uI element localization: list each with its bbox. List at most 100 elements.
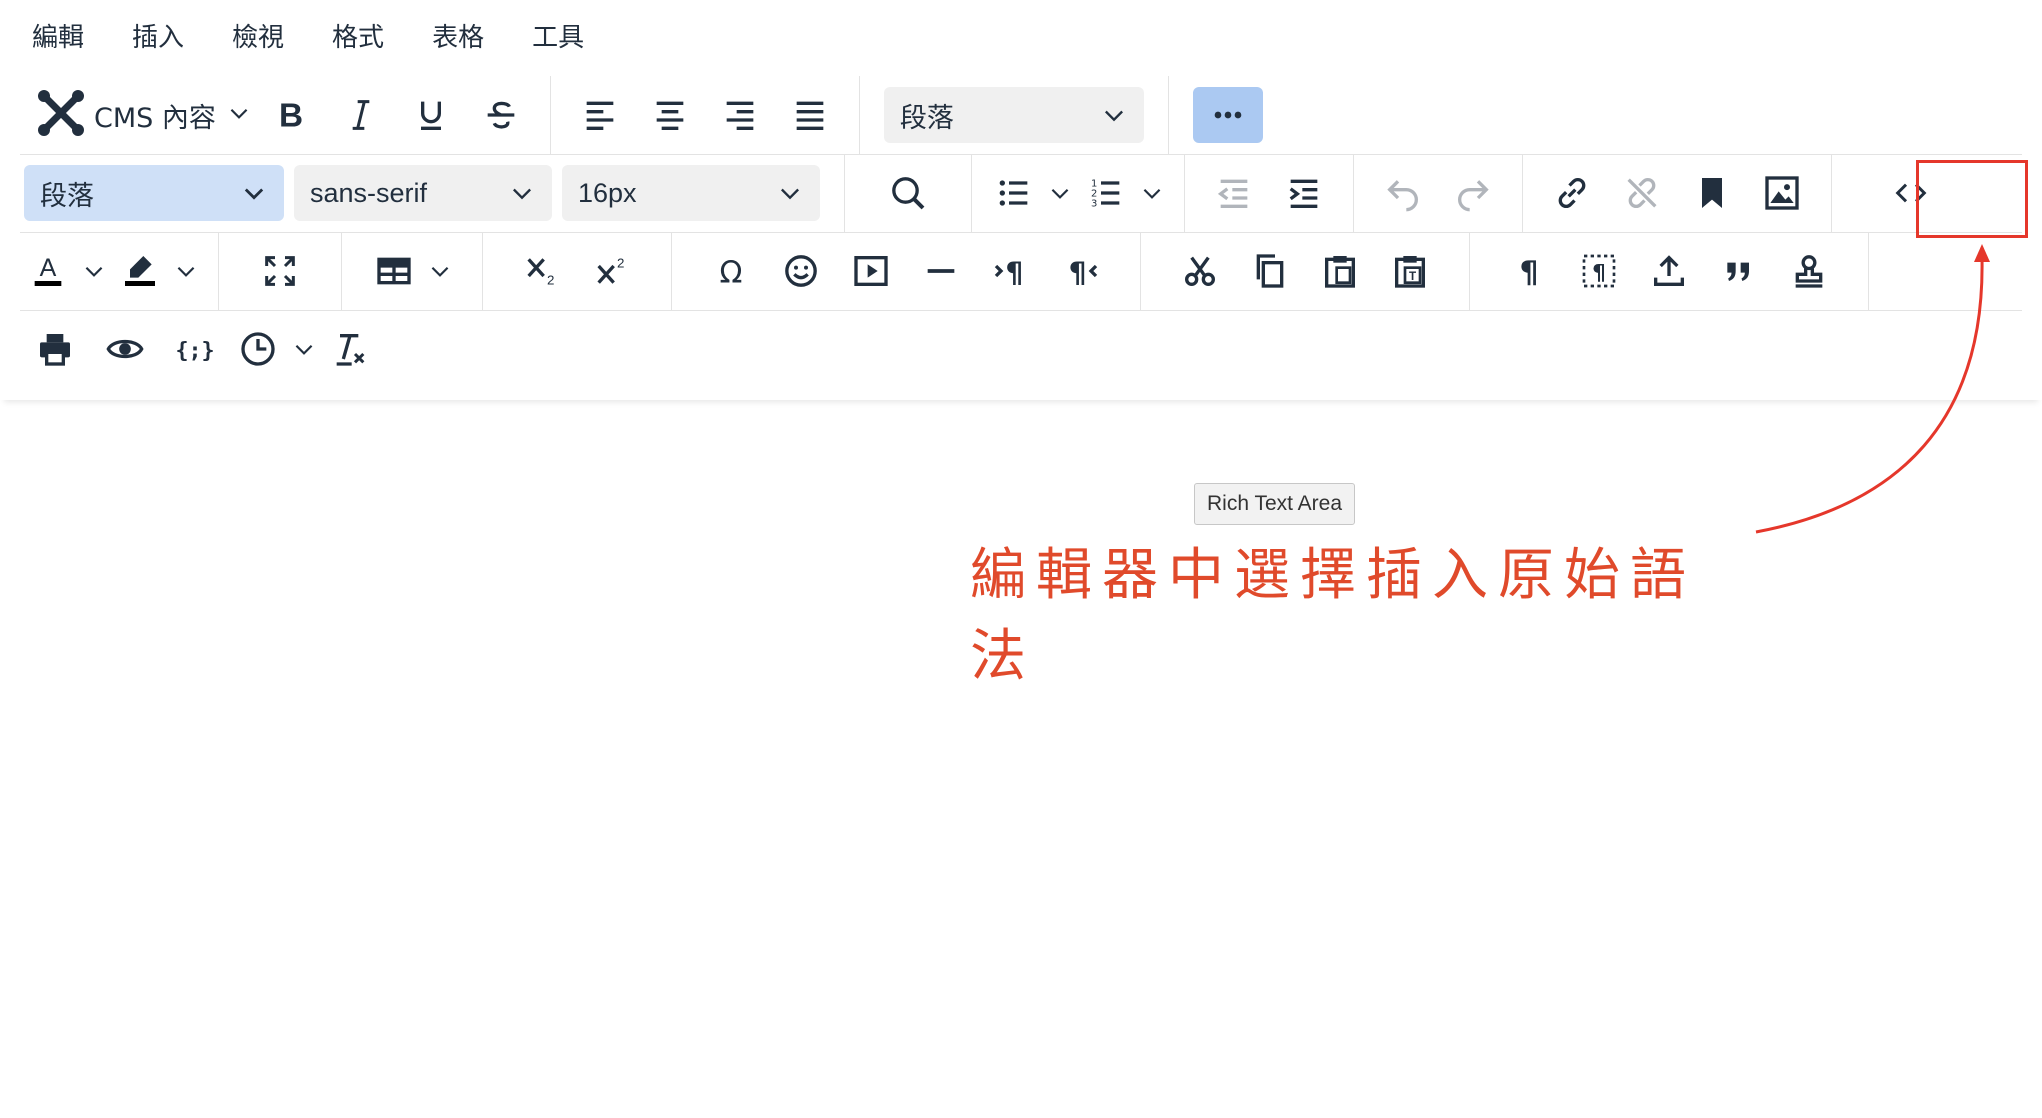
- media-button[interactable]: [836, 243, 906, 299]
- horizontal-rule-button[interactable]: [906, 243, 976, 299]
- underline-button[interactable]: [396, 87, 466, 143]
- more-button[interactable]: [1192, 87, 1263, 143]
- chevron-down-icon: [1104, 110, 1123, 122]
- align-right-button[interactable]: [705, 87, 775, 143]
- highlight-icon: [125, 256, 155, 286]
- font-size-select[interactable]: 16px: [562, 165, 820, 221]
- indent-button[interactable]: [1269, 165, 1339, 221]
- cut-icon: [1185, 256, 1215, 286]
- chevron-down-icon: [1143, 188, 1161, 199]
- bullet-list-chevron[interactable]: [1042, 165, 1078, 221]
- text-color-chevron[interactable]: [76, 243, 112, 299]
- datetime-split[interactable]: [230, 321, 322, 377]
- highlight-button[interactable]: [112, 243, 168, 299]
- numbered-list-chevron[interactable]: [1134, 165, 1170, 221]
- toolbar: CMS 內容 B 段落 段落 sans-serif 16px 1 2 3 A 2…: [0, 76, 2042, 400]
- undo-button[interactable]: [1368, 165, 1438, 221]
- datetime-chevron[interactable]: [286, 321, 322, 377]
- toolbar-group-special: Ω ¶ ¶: [672, 232, 1141, 310]
- svg-text:B: B: [279, 98, 303, 135]
- ltr-button[interactable]: ¶: [976, 243, 1046, 299]
- highlight-split[interactable]: [112, 243, 204, 299]
- cut-button[interactable]: [1165, 243, 1235, 299]
- fullscreen-button[interactable]: [245, 243, 315, 299]
- preview-button[interactable]: [90, 321, 160, 377]
- numbered-list-button[interactable]: 123: [1078, 165, 1134, 221]
- toolbar-group-history: [1354, 154, 1523, 232]
- undo-icon: [1387, 180, 1418, 212]
- blockquote-button[interactable]: [1704, 243, 1774, 299]
- toolbar-group-more: [1169, 76, 1277, 154]
- template-button[interactable]: [1774, 243, 1844, 299]
- table-chevron[interactable]: [422, 243, 458, 299]
- special-char-button[interactable]: Ω: [696, 243, 766, 299]
- image-icon: [1765, 176, 1799, 210]
- visual-blocks-button[interactable]: ¶: [1564, 243, 1634, 299]
- copy-button[interactable]: [1235, 243, 1305, 299]
- search-icon: [892, 177, 925, 210]
- chevron-down-icon: [431, 266, 449, 277]
- code-sample-button[interactable]: {;}: [160, 321, 230, 377]
- clear-formatting-button[interactable]: [322, 321, 378, 377]
- datetime-button[interactable]: [230, 321, 286, 377]
- menu-tools[interactable]: 工具: [526, 0, 590, 76]
- print-button[interactable]: [20, 321, 90, 377]
- search-replace-button[interactable]: [873, 165, 943, 221]
- align-justify-button[interactable]: [775, 87, 845, 143]
- bullet-list-button[interactable]: [986, 165, 1042, 221]
- toolbar-group-insert: [1523, 154, 1832, 232]
- table-button[interactable]: [366, 243, 422, 299]
- toolbar-group-script: 2 2: [483, 232, 672, 310]
- highlight-chevron[interactable]: [168, 243, 204, 299]
- rtl-button[interactable]: ¶: [1046, 243, 1116, 299]
- menu-edit[interactable]: 編輯: [26, 0, 90, 76]
- cms-content-button[interactable]: CMS 內容: [26, 87, 256, 143]
- text-color-split[interactable]: A: [20, 243, 112, 299]
- unlink-icon: [1627, 178, 1657, 208]
- image-button[interactable]: [1747, 165, 1817, 221]
- menu-format[interactable]: 格式: [326, 0, 390, 76]
- paste-button[interactable]: [1305, 243, 1375, 299]
- subscript-icon: 2: [527, 258, 554, 287]
- insert-anchor-button[interactable]: [1634, 243, 1704, 299]
- emoticons-button[interactable]: [766, 243, 836, 299]
- superscript-button[interactable]: 2: [577, 243, 647, 299]
- menu-table[interactable]: 表格: [426, 0, 490, 76]
- align-right-icon: [726, 101, 754, 130]
- insert-anchor-icon: [1654, 255, 1684, 286]
- block-format-select-top[interactable]: 段落: [883, 87, 1144, 143]
- numbered-list-split[interactable]: 123: [1078, 165, 1170, 221]
- svg-text:T: T: [1409, 270, 1416, 283]
- indent-icon: [1289, 179, 1318, 208]
- emoji-icon: [785, 255, 817, 287]
- align-center-icon: [656, 101, 684, 130]
- link-button[interactable]: [1537, 165, 1607, 221]
- subscript-button[interactable]: 2: [507, 243, 577, 299]
- outdent-button[interactable]: [1199, 165, 1269, 221]
- table-split[interactable]: [366, 243, 458, 299]
- bullet-list-icon: [999, 180, 1028, 206]
- italic-button[interactable]: [326, 87, 396, 143]
- align-center-button[interactable]: [635, 87, 705, 143]
- menu-insert[interactable]: 插入: [126, 0, 190, 76]
- font-family-select[interactable]: sans-serif: [294, 165, 552, 221]
- paste-text-button[interactable]: T: [1375, 243, 1445, 299]
- bullet-list-split[interactable]: [986, 165, 1078, 221]
- bold-button[interactable]: B: [256, 87, 326, 143]
- superscript-icon: 2: [597, 256, 624, 284]
- joomla-logo-icon: [36, 88, 86, 143]
- paste-icon: [1325, 256, 1355, 288]
- text-color-button[interactable]: A: [20, 243, 76, 299]
- anchor-button[interactable]: [1677, 165, 1747, 221]
- menu-view[interactable]: 檢視: [226, 0, 290, 76]
- redo-button[interactable]: [1438, 165, 1508, 221]
- show-blocks-button[interactable]: ¶: [1494, 243, 1564, 299]
- align-left-button[interactable]: [565, 87, 635, 143]
- rich-text-area[interactable]: [0, 402, 2042, 1118]
- numbered-list-icon: 123: [1091, 178, 1120, 209]
- toolbar-group-colors: A: [20, 232, 219, 310]
- unlink-button[interactable]: [1607, 165, 1677, 221]
- strikethrough-button[interactable]: [466, 87, 536, 143]
- block-format-select[interactable]: 段落: [24, 165, 284, 221]
- toolbar-group-fullscreen: [219, 232, 342, 310]
